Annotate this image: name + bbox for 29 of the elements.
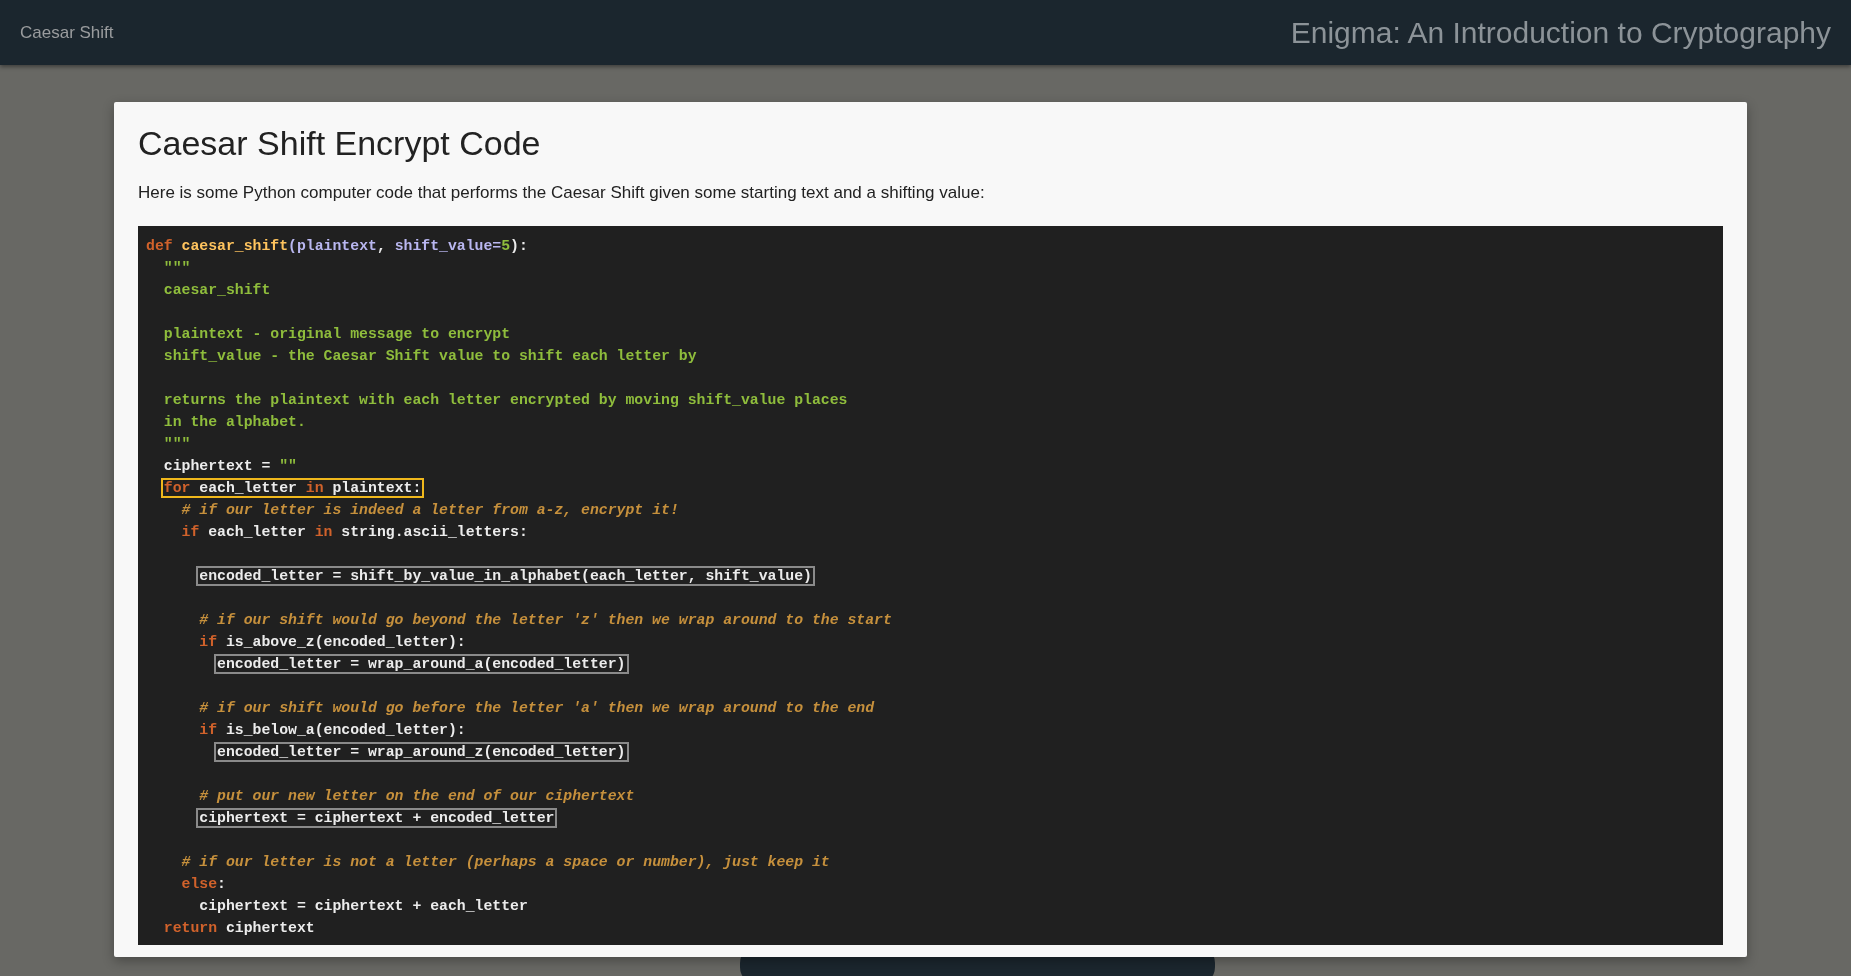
code-line: # put our new letter on the end of our ciphertext xyxy=(199,788,635,804)
highlighted-code: encoded_letter = wrap_around_z(encoded_letter) xyxy=(214,742,629,762)
code-line: if is_below_a(encoded_letter): xyxy=(199,722,466,738)
code-line: # if our shift would go before the letter 'a' then we wrap around to the end xyxy=(199,700,875,716)
code-line: if is_above_z(encoded_letter): xyxy=(199,634,466,650)
highlighted-code: encoded_letter = shift_by_value_in_alphabet(each_letter, shift_value) xyxy=(196,566,815,586)
highlighted-code: for each_letter in plaintext: xyxy=(160,478,425,498)
code-line: """ xyxy=(163,436,191,452)
code-line: ciphertext = ciphertext + each_letter xyxy=(199,898,528,914)
code-line: plaintext - original message to encrypt xyxy=(163,326,511,342)
modal-title: Caesar Shift Encrypt Code xyxy=(138,123,542,164)
code-line: returns the plaintext with each letter encrypted by moving shift_value places xyxy=(163,392,848,408)
intro-text: Here is some Python computer code that performs the Caesar Shift given some starting text and a shifting value: xyxy=(138,182,986,204)
code-line: # if our shift would go beyond the letter 'z' then we wrap around to the start xyxy=(199,612,892,628)
code-line: # if our letter is indeed a letter from a-z, encrypt it! xyxy=(181,502,679,518)
highlighted-code: ciphertext = ciphertext + encoded_letter xyxy=(196,808,558,828)
code-line: shift_value - the Caesar Shift value to shift each letter by xyxy=(163,348,697,364)
highlighted-code: encoded_letter = wrap_around_a(encoded_letter) xyxy=(214,654,629,674)
code-line: if each_letter in string.ascii_letters: xyxy=(181,524,528,540)
code-line: """ xyxy=(163,260,191,276)
code-line: ciphertext = "" xyxy=(163,458,297,474)
code-line: else: xyxy=(181,876,226,892)
code-line: # if our letter is not a letter (perhaps a space or number), just keep it xyxy=(181,854,830,870)
brand-link[interactable]: Caesar Shift xyxy=(20,22,114,43)
code-line: in the alphabet. xyxy=(163,414,306,430)
code-line: caesar_shift xyxy=(163,282,271,298)
code-line: def caesar_shift(plaintext, shift_value=5): xyxy=(146,238,528,254)
code-line: return ciphertext xyxy=(163,920,315,936)
site-title: Enigma: An Introduction to Cryptography xyxy=(1290,15,1831,50)
